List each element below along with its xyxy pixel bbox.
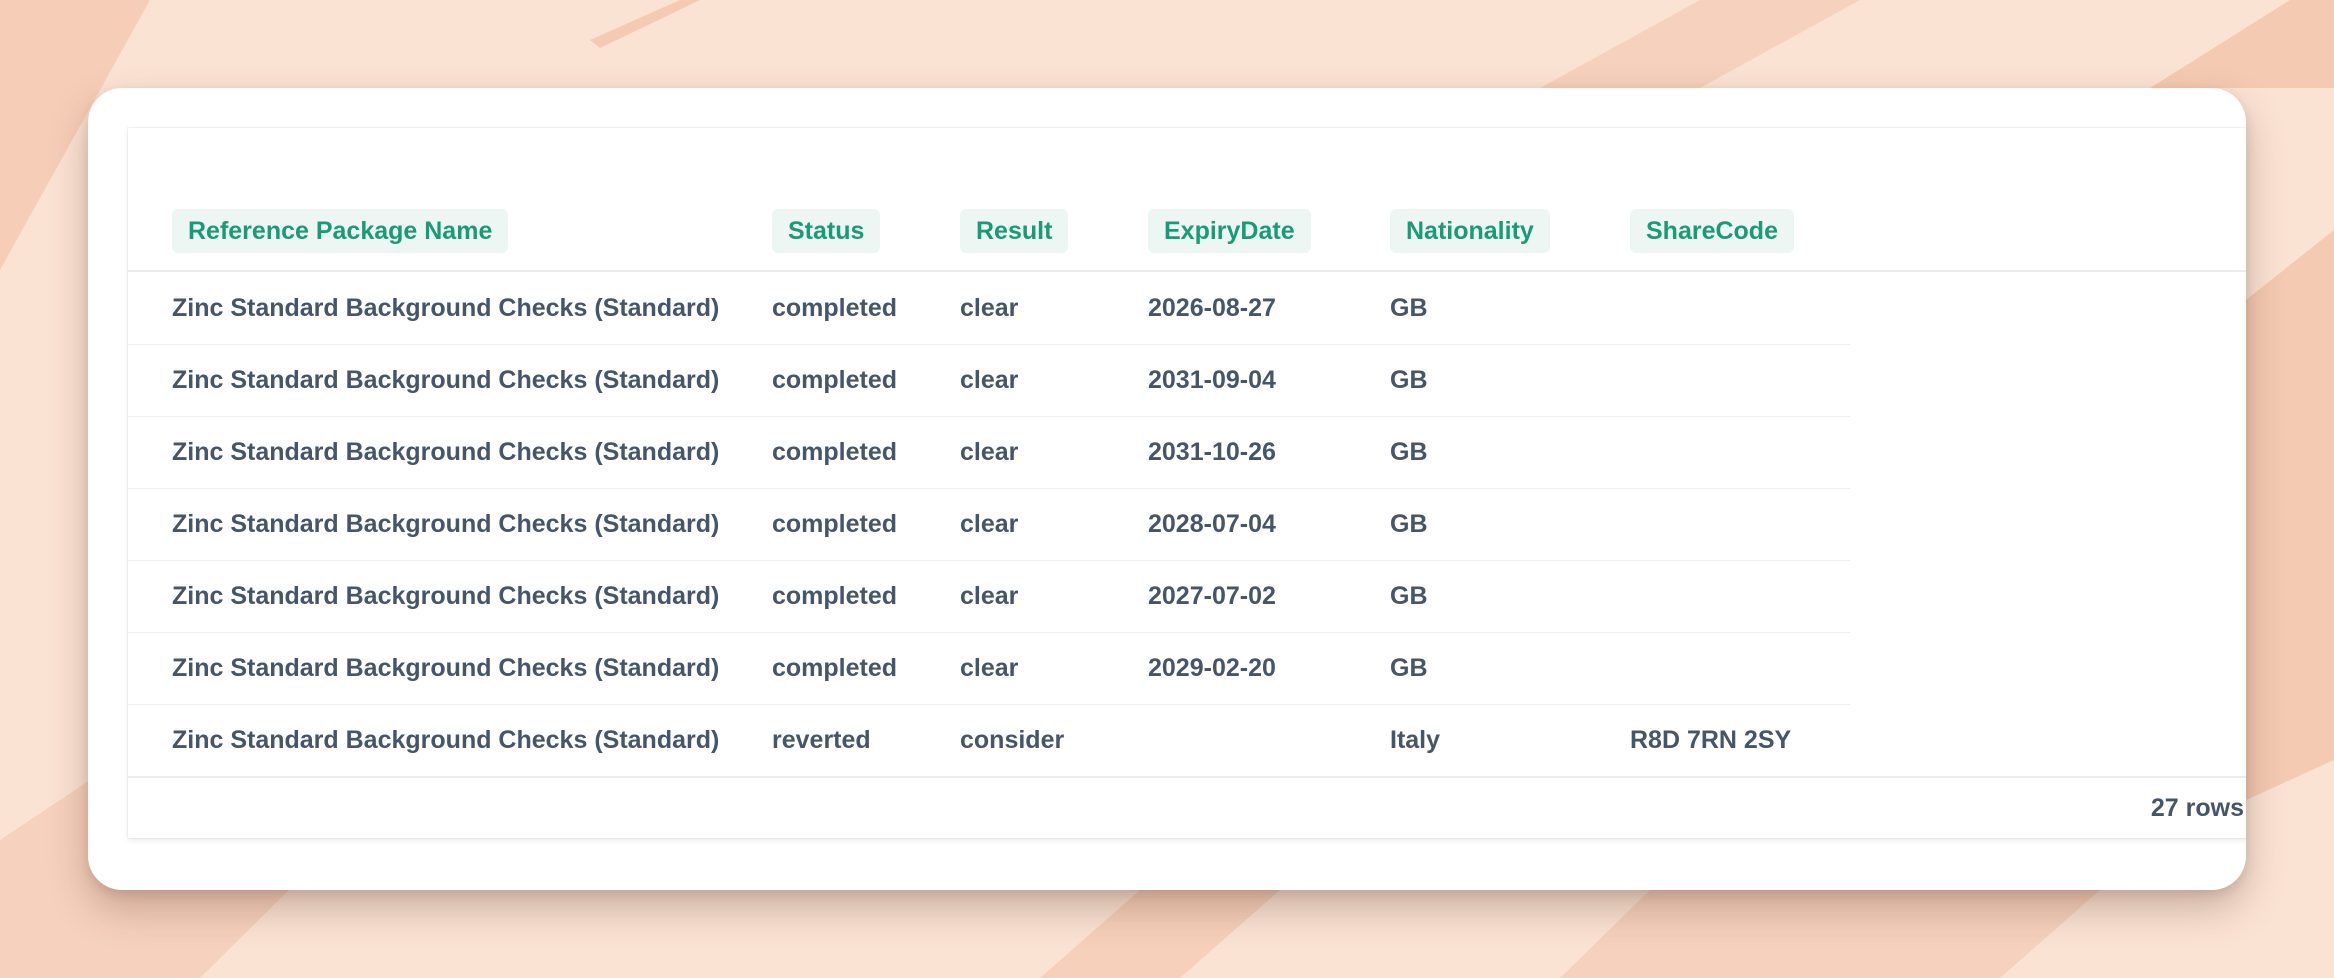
cell-result: consider [960, 726, 1065, 754]
cell-nationality: GB [1390, 510, 1428, 538]
cell-nationality: GB [1390, 294, 1428, 322]
cell-nationality: GB [1390, 438, 1428, 466]
column-header-nationality[interactable]: Nationality [1390, 209, 1550, 253]
cell-nationality: GB [1390, 582, 1428, 610]
column-header-result[interactable]: Result [960, 209, 1069, 253]
cell-result: clear [960, 438, 1019, 466]
cell-result: clear [960, 294, 1019, 322]
table-footer: 27 rows [128, 776, 2246, 840]
cell-nationality: GB [1390, 366, 1428, 394]
cell-expiry-date: 2026-08-27 [1148, 294, 1276, 322]
cell-result: clear [960, 654, 1019, 682]
cell-expiry-date: 2031-10-26 [1148, 438, 1276, 466]
cell-reference-package-name: Zinc Standard Background Checks (Standar… [172, 726, 720, 754]
table-row[interactable]: Zinc Standard Background Checks (Standar… [128, 704, 1850, 776]
cell-status: completed [772, 438, 898, 466]
main-card: Reference Package Name Status Result Exp… [88, 88, 2246, 890]
cell-reference-package-name: Zinc Standard Background Checks (Standar… [172, 438, 720, 466]
column-header-share-code[interactable]: ShareCode [1630, 209, 1794, 253]
cell-share-code: R8D 7RN 2SY [1630, 726, 1792, 754]
table-row[interactable]: Zinc Standard Background Checks (Standar… [128, 632, 1850, 705]
cell-status: completed [772, 510, 898, 538]
cell-status: reverted [772, 726, 871, 754]
cell-result: clear [960, 582, 1019, 610]
cell-reference-package-name: Zinc Standard Background Checks (Standar… [172, 582, 720, 610]
row-count: 27 rows [2150, 794, 2244, 822]
column-header-status[interactable]: Status [772, 209, 881, 253]
cell-reference-package-name: Zinc Standard Background Checks (Standar… [172, 294, 720, 322]
cell-nationality: GB [1390, 654, 1428, 682]
cell-expiry-date: 2028-07-04 [1148, 510, 1276, 538]
table-row[interactable]: Zinc Standard Background Checks (Standar… [128, 272, 1850, 345]
results-table: Reference Package Name Status Result Exp… [128, 128, 2246, 838]
cell-nationality: Italy [1390, 726, 1441, 754]
column-header-expiry-date[interactable]: ExpiryDate [1148, 209, 1311, 253]
table-row[interactable]: Zinc Standard Background Checks (Standar… [128, 488, 1850, 561]
table-row[interactable]: Zinc Standard Background Checks (Standar… [128, 344, 1850, 417]
cell-result: clear [960, 510, 1019, 538]
cell-status: completed [772, 294, 898, 322]
cell-reference-package-name: Zinc Standard Background Checks (Standar… [172, 654, 720, 682]
cell-status: completed [772, 582, 898, 610]
cell-status: completed [772, 654, 898, 682]
column-header-reference-package-name[interactable]: Reference Package Name [172, 209, 509, 253]
cell-reference-package-name: Zinc Standard Background Checks (Standar… [172, 510, 720, 538]
table-row[interactable]: Zinc Standard Background Checks (Standar… [128, 416, 1850, 489]
cell-result: clear [960, 366, 1019, 394]
cell-expiry-date: 2027-07-02 [1148, 582, 1276, 610]
cell-expiry-date: 2031-09-04 [1148, 366, 1276, 394]
table-row[interactable]: Zinc Standard Background Checks (Standar… [128, 560, 1850, 633]
cell-reference-package-name: Zinc Standard Background Checks (Standar… [172, 366, 720, 394]
cell-expiry-date: 2029-02-20 [1148, 654, 1276, 682]
table-header: Reference Package Name Status Result Exp… [128, 128, 2246, 272]
cell-status: completed [772, 366, 898, 394]
